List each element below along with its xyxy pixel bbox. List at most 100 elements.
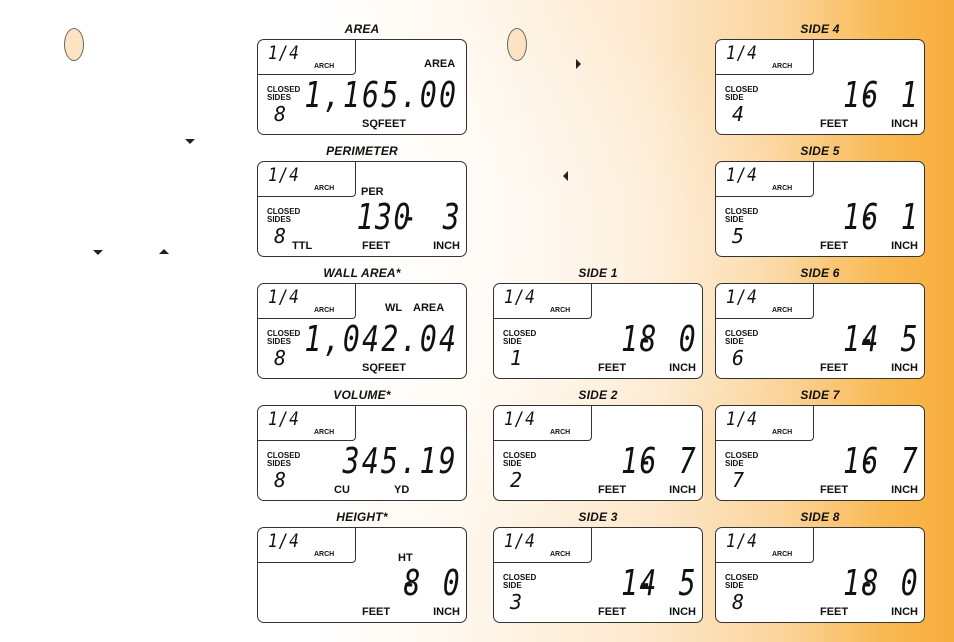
closed-side-label: CLOSED SIDE	[503, 329, 537, 346]
feet-label: FEET	[820, 362, 849, 374]
sides-count: 8	[274, 102, 287, 126]
mode-label-area: AREA	[413, 302, 445, 314]
inch-label: INCH	[891, 240, 918, 252]
panel-title: HEIGHT*	[336, 510, 388, 524]
feet-inch-separator: -	[404, 567, 414, 598]
feet-value: 18	[843, 563, 880, 604]
panel-side-5: SIDE 5 1/4 ARCH CLOSED SIDE 5 16 - 1 FEET…	[715, 143, 925, 257]
feet-inch-separator: -	[640, 323, 650, 354]
panel-side-7: SIDE 7 1/4 ARCH CLOSED SIDE 7 16 - 7 FEET…	[715, 387, 925, 501]
unit-label: SQFEET	[362, 362, 407, 374]
arch-label: ARCH	[314, 429, 335, 436]
arch-box: 1/4 ARCH	[716, 528, 814, 563]
sides-count: 8	[274, 224, 287, 248]
fraction-readout: 1/4	[726, 42, 758, 64]
panel-perimeter: PERIMETER 1/4 ARCH PER CLOSED SIDES 8 TTL…	[257, 143, 467, 257]
arch-box: 1/4 ARCH	[716, 162, 814, 197]
side-number: 1	[510, 346, 523, 370]
lcd-display: 1/4 ARCH CLOSED SIDE 8 18 - 0 FEET INCH	[715, 527, 925, 623]
inch-value: 5	[901, 319, 918, 360]
closed-sides-label: CLOSED SIDES	[267, 451, 301, 468]
feet-value: 14	[621, 563, 658, 604]
fraction-readout: 1/4	[726, 164, 758, 186]
unit-cu-label: CU	[334, 484, 350, 496]
arrow-down-icon	[185, 139, 195, 144]
inch-value: 7	[901, 441, 918, 482]
feet-inch-separator: -	[862, 567, 872, 598]
fraction-readout: 1/4	[726, 408, 758, 430]
inch-label: INCH	[669, 484, 696, 496]
arch-label: ARCH	[550, 551, 571, 558]
closed-side-label: CLOSED SIDE	[725, 207, 759, 224]
fraction-readout: 1/4	[726, 530, 758, 552]
arch-box: 1/4 ARCH	[494, 406, 592, 441]
fraction-readout: 1/4	[268, 408, 300, 430]
feet-label: FEET	[820, 606, 849, 618]
feet-value: 8	[403, 563, 422, 604]
feet-value: 14	[843, 319, 880, 360]
fraction-readout: 1/4	[726, 286, 758, 308]
feet-inch-separator: -	[862, 323, 872, 354]
panel-side-8: SIDE 8 1/4 ARCH CLOSED SIDE 8 18 - 0 FEET…	[715, 509, 925, 623]
inch-label: INCH	[433, 240, 460, 252]
feet-inch-separator: -	[404, 201, 414, 232]
wall-area-value: 1,042.04	[304, 319, 458, 360]
total-label: TTL	[292, 240, 313, 252]
fraction-readout: 1/4	[268, 286, 300, 308]
feet-label: FEET	[362, 240, 391, 252]
feet-inch-separator: -	[862, 79, 872, 110]
feet-inch-separator: -	[862, 445, 872, 476]
arch-box: 1/4 ARCH	[716, 406, 814, 441]
lcd-display: 1/4 ARCH CLOSED SIDE 2 16 - 7 FEET INCH	[493, 405, 703, 501]
fraction-readout: 1/4	[268, 164, 300, 186]
feet-value: 16	[843, 441, 880, 482]
arch-box: 1/4 ARCH	[494, 528, 592, 563]
arch-label: ARCH	[772, 551, 793, 558]
feet-label: FEET	[820, 118, 849, 130]
side-number: 5	[732, 224, 745, 248]
feet-label: FEET	[820, 484, 849, 496]
closed-side-label: CLOSED SIDE	[725, 573, 759, 590]
panel-side-6: SIDE 6 1/4 ARCH CLOSED SIDE 6 14 - 5 FEET…	[715, 265, 925, 379]
inch-label: INCH	[891, 606, 918, 618]
panel-title: SIDE 3	[578, 510, 618, 524]
fraction-readout: 1/4	[504, 530, 536, 552]
arch-box: 1/4 ARCH	[258, 40, 356, 75]
side-number: 8	[732, 590, 745, 614]
lcd-display: 1/4 ARCH HT 8 - 0 FEET INCH	[257, 527, 467, 623]
side-number: 3	[510, 590, 523, 614]
closed-side-label: CLOSED SIDE	[503, 573, 537, 590]
arch-label: ARCH	[314, 307, 335, 314]
feet-label: FEET	[598, 606, 627, 618]
feet-value: 16	[843, 75, 880, 116]
lcd-display: 1/4 ARCH CLOSED SIDE 7 16 - 7 FEET INCH	[715, 405, 925, 501]
oval-marker-middle	[507, 28, 527, 61]
panel-title: SIDE 5	[800, 144, 840, 158]
fraction-readout: 1/4	[268, 42, 300, 64]
closed-sides-label: CLOSED SIDES	[267, 329, 301, 346]
arrow-up-icon	[159, 249, 169, 254]
lcd-display: 1/4 ARCH CLOSED SIDE 4 16 - 1 FEET INCH	[715, 39, 925, 135]
inch-value: 1	[901, 75, 918, 116]
feet-inch-separator: -	[640, 567, 650, 598]
arch-box: 1/4 ARCH	[716, 40, 814, 75]
panel-title: SIDE 1	[578, 266, 618, 280]
feet-label: FEET	[362, 606, 391, 618]
side-number: 4	[732, 102, 745, 126]
feet-value: 18	[621, 319, 658, 360]
inch-value: 0	[901, 563, 918, 604]
fraction-readout: 1/4	[504, 408, 536, 430]
inch-value: 5	[679, 563, 696, 604]
side-number: 2	[510, 468, 523, 492]
panel-area: AREA 1/4 ARCH AREA CLOSED SIDES 8 1,165.0…	[257, 21, 467, 135]
inch-label: INCH	[891, 118, 918, 130]
feet-inch-separator: -	[862, 201, 872, 232]
panel-side-3: SIDE 3 1/4 ARCH CLOSED SIDE 3 14 - 5 FEET…	[493, 509, 703, 623]
arch-box: 1/4 ARCH	[258, 162, 356, 197]
panel-title: PERIMETER	[326, 144, 398, 158]
panel-title: SIDE 8	[800, 510, 840, 524]
panel-side-1: SIDE 1 1/4 ARCH CLOSED SIDE 1 18 - 0 FEET…	[493, 265, 703, 379]
area-value: 1,165.00	[304, 75, 458, 116]
arch-label: ARCH	[772, 429, 793, 436]
arch-label: ARCH	[550, 307, 571, 314]
